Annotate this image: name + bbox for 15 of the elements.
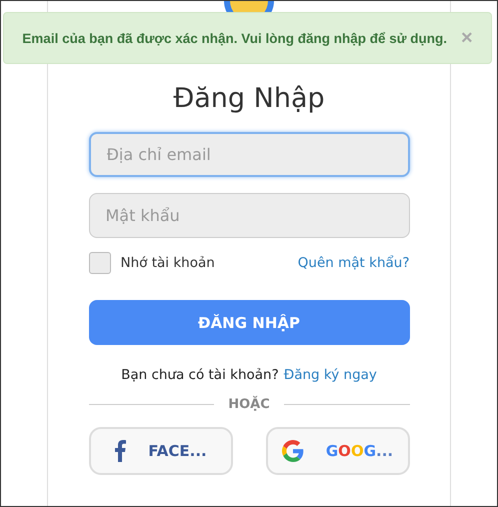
email-field[interactable]: Địa chỉ email [88, 132, 410, 177]
remember-checkbox[interactable] [88, 252, 110, 274]
divider-label: HOẶC [228, 397, 270, 412]
facebook-login-button[interactable]: FACE... [88, 427, 232, 475]
google-icon [282, 440, 304, 462]
remember-label: Nhớ tài khoản [120, 255, 215, 271]
login-button[interactable]: ĐĂNG NHẬP [88, 300, 410, 345]
google-login-button[interactable]: GOOG... [266, 427, 410, 475]
page-title: Đăng Nhập [173, 83, 325, 114]
password-field[interactable]: Mật khẩu [88, 193, 410, 238]
alert-message: Email của bạn đã được xác nhận. Vui lòng đăng nhập để sử dụng. [22, 30, 447, 46]
signup-prompt: Bạn chưa có tài khoản? [121, 367, 279, 383]
forgot-password-link[interactable]: Quên mật khẩu? [298, 255, 410, 271]
facebook-icon [114, 440, 126, 462]
signup-link[interactable]: Đăng ký ngay [284, 367, 377, 383]
